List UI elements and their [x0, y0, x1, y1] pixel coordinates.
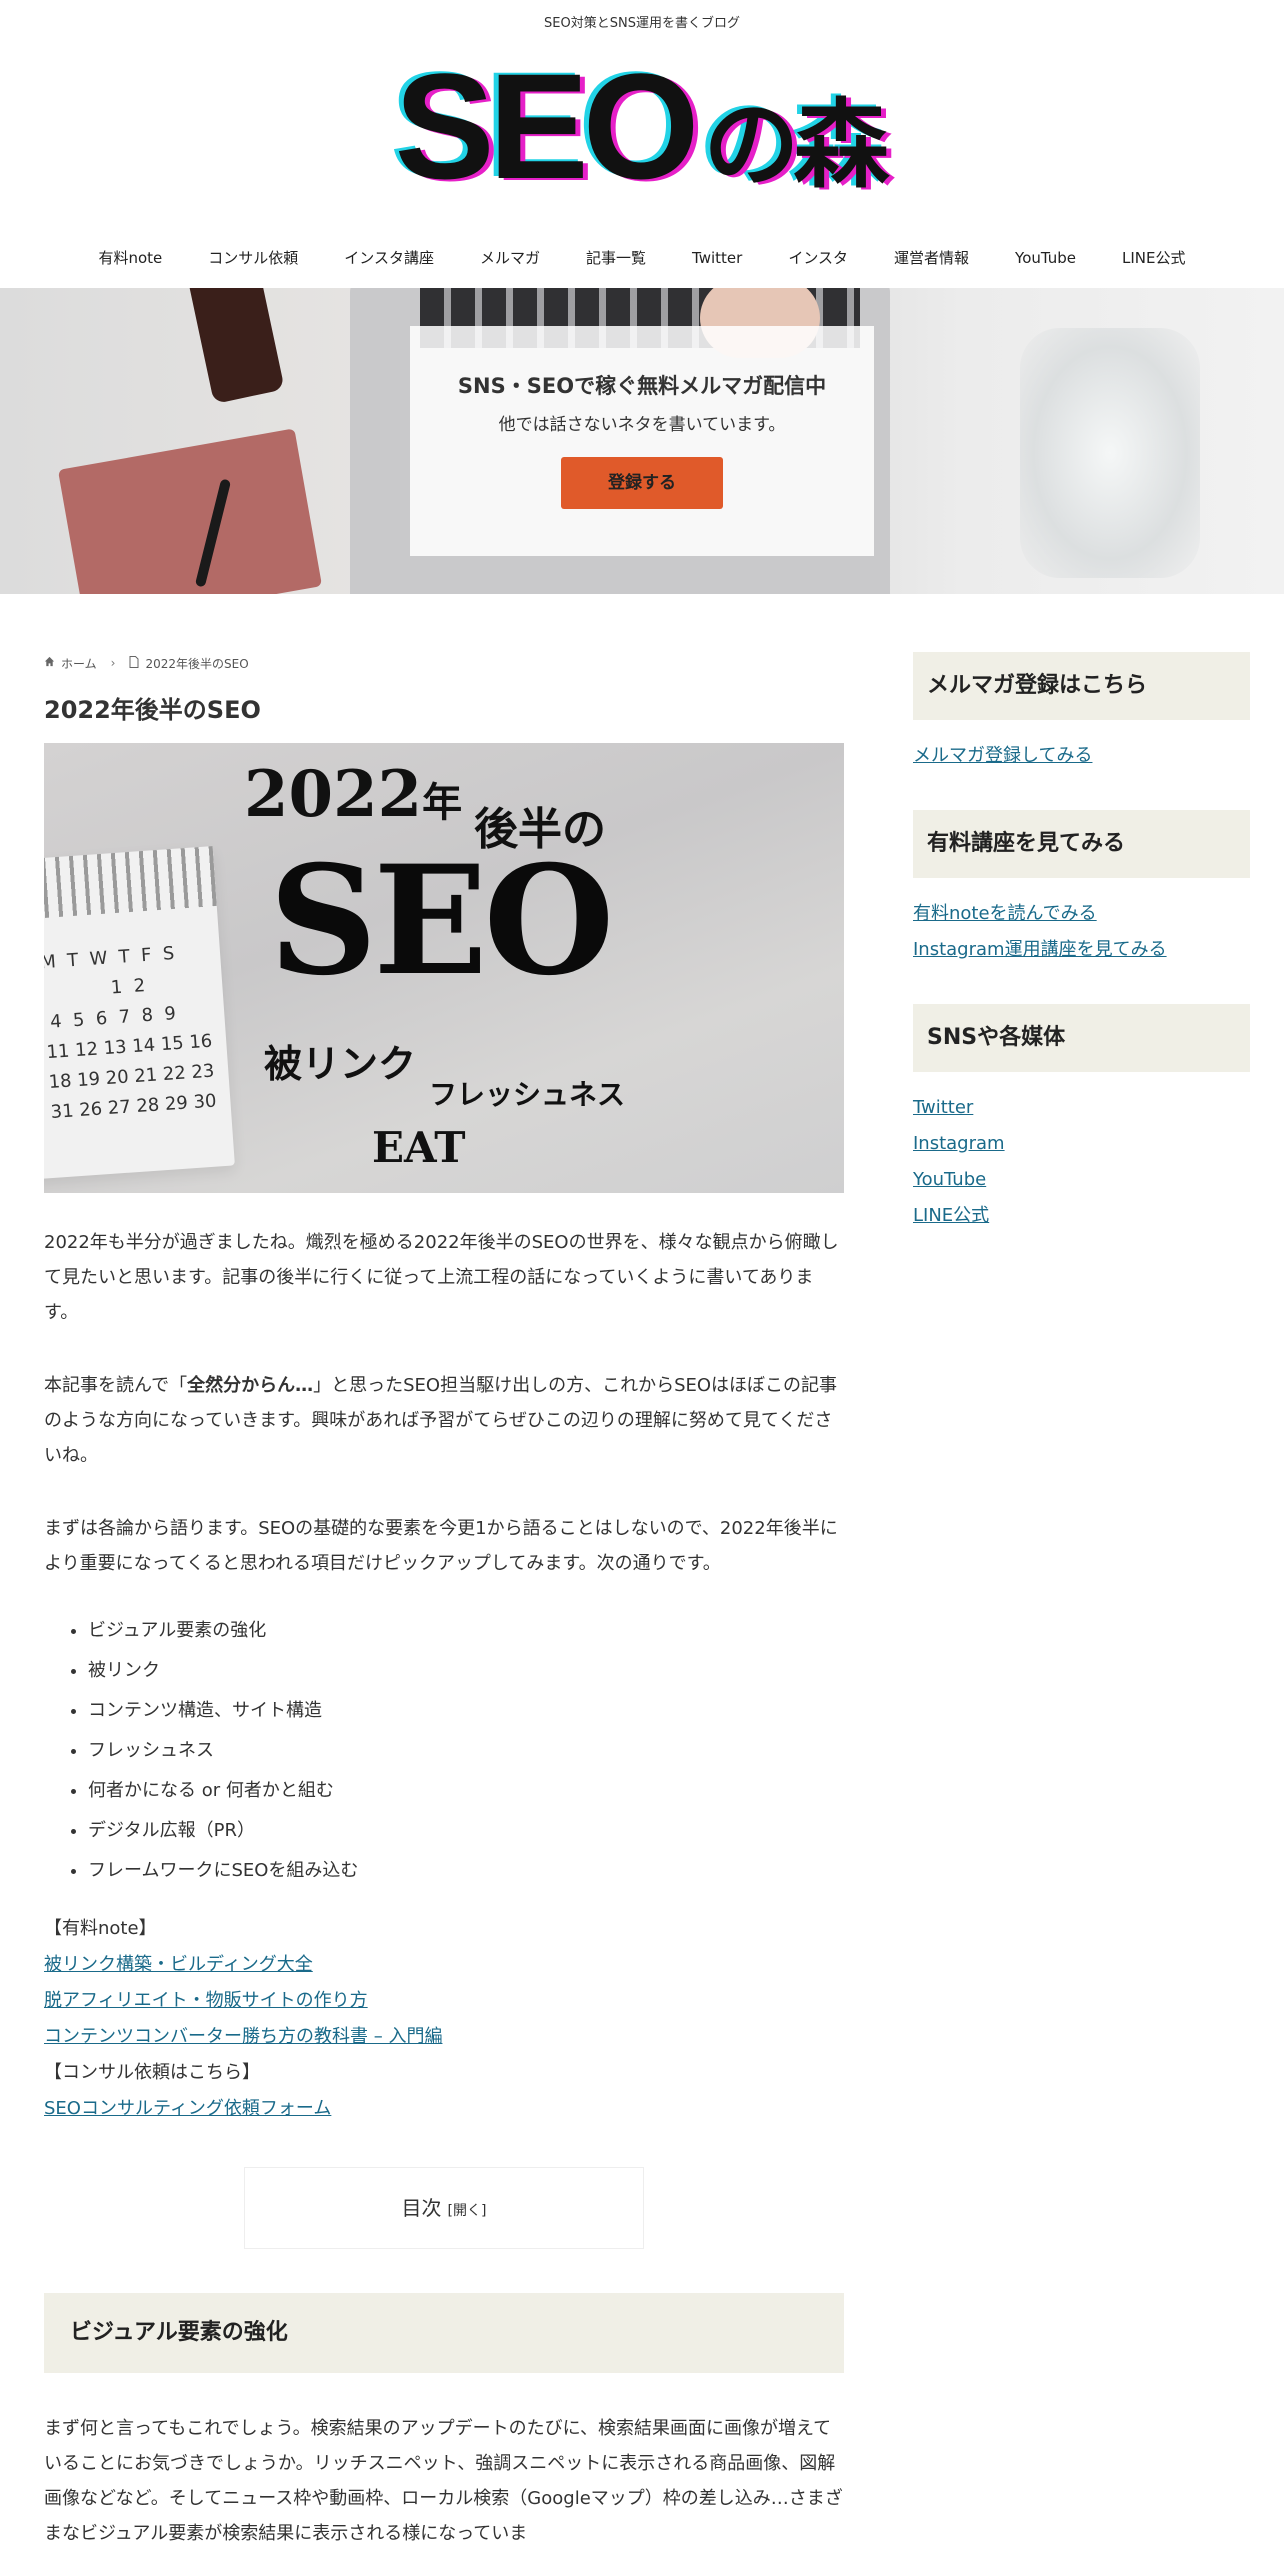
- toc-label: 目次: [401, 2196, 442, 2220]
- topic-list: ビジュアル要素の強化 被リンク コンテンツ構造、サイト構造 フレッシュネス 何者…: [44, 1611, 844, 1891]
- consult-heading: 【コンサル依頼はこちら】: [44, 2062, 260, 2083]
- consult-form-link[interactable]: SEOコンサルティング依頼フォーム: [44, 2091, 844, 2127]
- breadcrumb: ホーム › 2022年後半のSEO: [44, 652, 844, 674]
- eyecatch-freshness: フレッシュネス: [429, 1078, 626, 1111]
- hero-photo-glass: [1020, 328, 1200, 578]
- hero-cta-box: SNS・SEOで稼ぐ無料メルマガ配信中 他では話さないネタを書いています。 登録…: [410, 326, 874, 556]
- nav-item-insta-course[interactable]: インスタ講座: [321, 242, 457, 274]
- article-title: 2022年後半のSEO: [44, 696, 261, 724]
- list-item: フレッシュネス: [88, 1731, 844, 1771]
- nav-item-about[interactable]: 運営者情報: [871, 242, 992, 274]
- breadcrumb-home[interactable]: ホーム: [61, 655, 97, 672]
- widget-newsletter: メルマガ登録はこちら メルマガ登録してみる: [913, 652, 1250, 774]
- list-item: 何者かになる or 何者かと組む: [88, 1771, 844, 1811]
- sidebar-link-line[interactable]: LINE公式: [913, 1198, 1250, 1234]
- calendar-grid: M T W T F S 1 2 4 5 6 7 8 9 11 12 13 14 …: [44, 943, 218, 1123]
- calendar-photo: M T W T F S 1 2 4 5 6 7 8 9 11 12 13 14 …: [44, 846, 235, 1180]
- note-link-affiliate[interactable]: 脱アフィリエイト・物販サイトの作り方: [44, 1983, 844, 2019]
- sidebar-link-instagram[interactable]: Instagram: [913, 1126, 1250, 1162]
- table-of-contents[interactable]: 目次 [開く]: [244, 2167, 644, 2249]
- widget-title: SNSや各媒体: [913, 1004, 1250, 1072]
- paragraph-visual: まず何と言ってもこれでしょう。検索結果のアップデートのたびに、検索結果画面に画像…: [44, 2418, 843, 2544]
- sidebar-link-newsletter[interactable]: メルマガ登録してみる: [913, 738, 1250, 774]
- paid-note-heading: 【有料note】: [44, 1918, 157, 1939]
- list-item: コンテンツ構造、サイト構造: [88, 1691, 844, 1731]
- promo-links: 【有料note】 被リンク構築・ビルディング大全 脱アフィリエイト・物販サイトの…: [44, 1911, 844, 2127]
- svg-text:SEOの森: SEO の森: [395, 54, 891, 194]
- list-item: 被リンク: [88, 1651, 844, 1691]
- nav-item-articles[interactable]: 記事一覧: [563, 242, 669, 274]
- nav-item-youtube[interactable]: YouTube: [992, 242, 1099, 274]
- eyecatch-eat: EAT: [372, 1123, 466, 1172]
- nav-item-consult[interactable]: コンサル依頼: [185, 242, 321, 274]
- sidebar-link-youtube[interactable]: YouTube: [913, 1162, 1250, 1198]
- main-content: ホーム › 2022年後半のSEO 2022年後半のSEO M T W T F …: [44, 652, 844, 2551]
- toc-toggle[interactable]: [開く]: [448, 2203, 487, 2219]
- sidebar-link-instagram-course[interactable]: Instagram運用講座を見てみる: [913, 932, 1250, 968]
- sidebar-link-twitter[interactable]: Twitter: [913, 1090, 1250, 1126]
- site-logo[interactable]: SEO の森 SEO の森 SEO の森: [0, 54, 1284, 194]
- hero-subtitle: 他では話さないネタを書いています。: [498, 415, 786, 435]
- list-item: ビジュアル要素の強化: [88, 1611, 844, 1651]
- nav-item-newsletter[interactable]: メルマガ: [457, 242, 563, 274]
- nav-item-line[interactable]: LINE公式: [1099, 242, 1208, 274]
- global-nav: 有料note コンサル依頼 インスタ講座 メルマガ 記事一覧 Twitter イ…: [0, 242, 1284, 274]
- note-link-backlink[interactable]: 被リンク構築・ビルディング大全: [44, 1947, 844, 1983]
- paragraph-intro: 2022年も半分が過ぎましたね。熾烈を極める2022年後半のSEOの世界を、様々…: [44, 1232, 839, 1323]
- section-heading-visual: ビジュアル要素の強化: [44, 2293, 844, 2373]
- widget-sns: SNSや各媒体 Twitter Instagram YouTube LINE公式: [913, 1004, 1250, 1234]
- list-item: デジタル広報（PR）: [88, 1811, 844, 1851]
- nav-item-instagram[interactable]: インスタ: [765, 242, 871, 274]
- breadcrumb-current: 2022年後半のSEO: [145, 656, 249, 671]
- logo-wordmark: SEO の森 SEO の森 SEO の森: [390, 54, 902, 194]
- eyecatch-year: 2022年: [244, 757, 463, 832]
- note-link-converter[interactable]: コンテンツコンバーター勝ち方の教科書 – 入門編: [44, 2019, 844, 2055]
- widget-title: メルマガ登録はこちら: [913, 652, 1250, 720]
- widget-title: 有料講座を見てみる: [913, 810, 1250, 878]
- eyecatch-seo: SEO: [269, 833, 614, 1009]
- site-tagline: SEO対策とSNS運用を書くブログ: [544, 16, 740, 31]
- hero-title: SNS・SEOで稼ぐ無料メルマガ配信中: [457, 374, 827, 398]
- widget-paid-courses: 有料講座を見てみる 有料noteを読んでみる Instagram運用講座を見てみ…: [913, 810, 1250, 968]
- page-icon: [129, 655, 139, 671]
- paragraph-overview: まずは各論から語ります。SEOの基礎的な要素を今更1から語ることはしないので、2…: [44, 1518, 838, 1574]
- home-icon: [44, 656, 55, 670]
- hero-banner: SNS・SEOで稼ぐ無料メルマガ配信中 他では話さないネタを書いています。 登録…: [0, 288, 1284, 594]
- eyecatch-backlink: 被リンク: [264, 1042, 417, 1086]
- register-button[interactable]: 登録する: [561, 457, 723, 509]
- chevron-right-icon: ›: [110, 656, 116, 670]
- hero-photo-phone: [187, 288, 285, 405]
- hero-photo-notebook: [57, 428, 323, 594]
- nav-item-paid-note[interactable]: 有料note: [75, 242, 185, 274]
- sidebar: メルマガ登録はこちら メルマガ登録してみる 有料講座を見てみる 有料noteを読…: [913, 652, 1250, 1234]
- nav-item-twitter[interactable]: Twitter: [669, 242, 765, 274]
- eyecatch-image: M T W T F S 1 2 4 5 6 7 8 9 11 12 13 14 …: [44, 743, 844, 1193]
- paragraph-beginner: 本記事を読んで「全然分からん…」と思ったSEO担当駆け出しの方、これからSEOは…: [44, 1375, 838, 1466]
- calendar-rings: [44, 846, 217, 920]
- list-item: フレームワークにSEOを組み込む: [88, 1851, 844, 1891]
- sidebar-link-paid-note[interactable]: 有料noteを読んでみる: [913, 896, 1250, 932]
